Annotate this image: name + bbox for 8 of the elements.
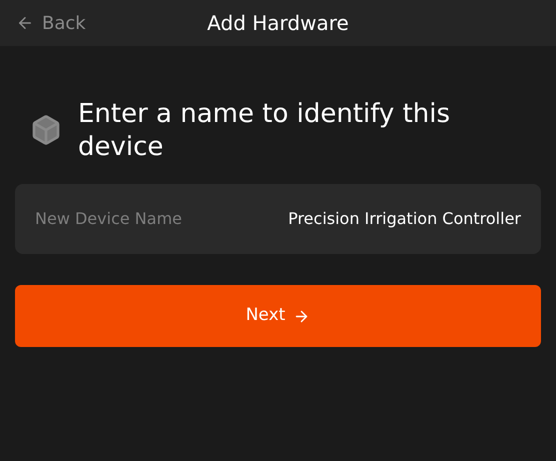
field-value[interactable]: Precision Irrigation Controller [221, 207, 521, 231]
screen-title: Add Hardware [207, 10, 349, 37]
back-button[interactable]: Back [16, 10, 86, 36]
device-name-field[interactable]: New Device Name Precision Irrigation Controller [15, 184, 541, 254]
next-button[interactable]: Next [15, 285, 541, 347]
field-label: New Device Name [35, 208, 182, 230]
cube-icon [30, 114, 62, 146]
prompt-heading: Enter a name to identify this device [78, 98, 452, 164]
